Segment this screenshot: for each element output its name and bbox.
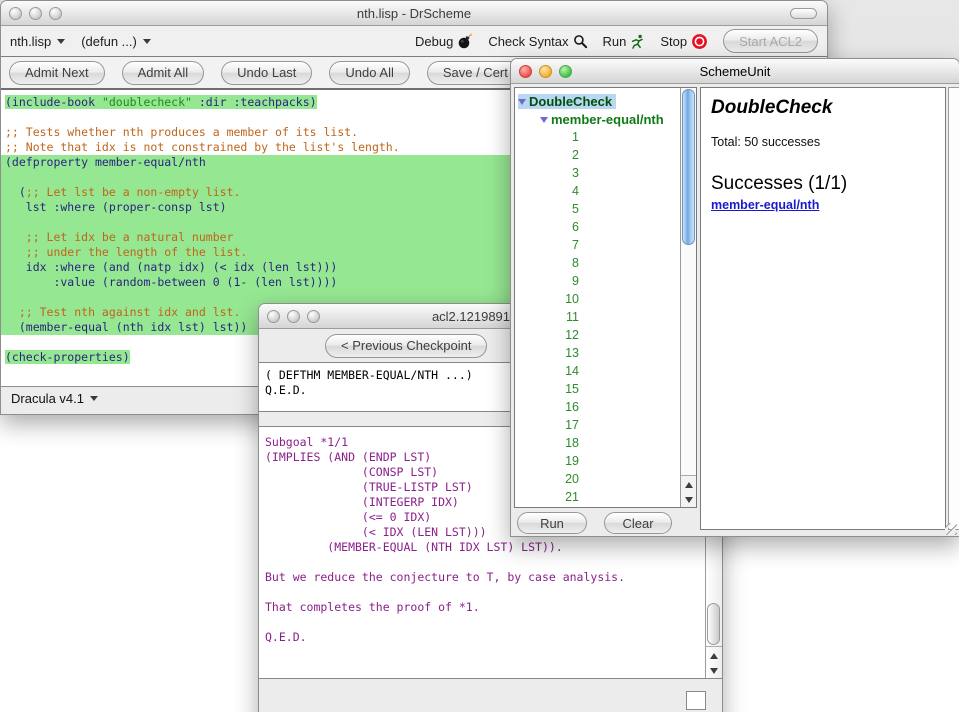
tree-item-case[interactable]: 1 (515, 128, 680, 146)
drscheme-titlebar[interactable]: nth.lisp - DrScheme (1, 1, 827, 26)
run-button[interactable]: Run (603, 34, 646, 49)
admit-all-button[interactable]: Admit All (122, 61, 205, 85)
tree-case-list: 123456789101112131415161718192021 (515, 128, 680, 506)
scroll-up-button[interactable] (681, 476, 696, 492)
arrow-up-icon (685, 478, 693, 488)
status-box[interactable] (686, 691, 706, 710)
scrollbar-thumb[interactable] (707, 603, 720, 645)
tree-item-case[interactable]: 10 (515, 290, 680, 308)
selected-row: DoubleCheck (518, 94, 616, 109)
chevron-down-icon (57, 39, 65, 48)
tree-item-case[interactable]: 21 (515, 488, 680, 506)
disclosure-triangle-icon[interactable] (540, 117, 548, 127)
schemeunit-window: SchemeUnit DoubleCheck member-equal/nth (510, 58, 959, 537)
tree-item-case[interactable]: 8 (515, 254, 680, 272)
debug-button[interactable]: Debug (415, 33, 473, 49)
zoom-icon[interactable] (559, 65, 572, 78)
start-acl2-button[interactable]: Start ACL2 (723, 29, 818, 53)
tree-item-case[interactable]: 14 (515, 362, 680, 380)
check-syntax-button[interactable]: Check Syntax (488, 34, 587, 49)
arrow-down-icon (685, 497, 693, 507)
stop-icon (691, 33, 708, 50)
disclosure-triangle-icon[interactable] (518, 99, 526, 109)
arrow-up-icon (710, 649, 718, 659)
tree-item-doublecheck[interactable]: DoubleCheck (515, 92, 680, 110)
tree-item-case[interactable]: 9 (515, 272, 680, 290)
collapse-button[interactable] (790, 8, 817, 19)
tree-item-case[interactable]: 16 (515, 398, 680, 416)
zoom-icon[interactable] (307, 310, 320, 323)
tree-scrollbar[interactable] (680, 88, 696, 507)
tree-item-case[interactable]: 3 (515, 164, 680, 182)
tree-item-case[interactable]: 15 (515, 380, 680, 398)
close-icon[interactable] (267, 310, 280, 323)
tree-item-case[interactable]: 12 (515, 326, 680, 344)
successes-heading: Successes (1/1) (711, 173, 935, 195)
defun-menu[interactable]: (defun ...) (81, 34, 151, 49)
test-tree-panel: DoubleCheck member-equal/nth 12345678910… (514, 87, 697, 508)
total-successes-label: Total: 50 successes (711, 135, 935, 149)
magnifier-icon (573, 34, 588, 49)
close-icon[interactable] (519, 65, 532, 78)
scroll-up-button[interactable] (706, 647, 722, 663)
chevron-down-icon (143, 39, 151, 48)
chevron-down-icon (90, 396, 98, 405)
tree-item-case[interactable]: 18 (515, 434, 680, 452)
scroll-down-button[interactable] (706, 663, 722, 679)
window-title: nth.lisp - DrScheme (1, 6, 827, 21)
tree-item-case[interactable]: 7 (515, 236, 680, 254)
language-label: Dracula v4.1 (11, 391, 84, 406)
window-title: SchemeUnit (511, 64, 959, 79)
clear-button[interactable]: Clear (604, 512, 672, 534)
scroll-down-button[interactable] (681, 492, 696, 508)
tree-item-suite[interactable]: member-equal/nth (515, 110, 680, 128)
previous-checkpoint-button[interactable]: < Previous Checkpoint (325, 334, 487, 358)
runner-icon (630, 34, 645, 49)
arrow-down-icon (710, 668, 718, 678)
test-detail-panel: DoubleCheck Total: 50 successes Successe… (700, 87, 946, 530)
tree-item-case[interactable]: 19 (515, 452, 680, 470)
tree-item-case[interactable]: 11 (515, 308, 680, 326)
stop-button[interactable]: Stop (660, 33, 708, 50)
drscheme-toolbar: nth.lisp (defun ...) Debug (1, 26, 827, 57)
tree-item-case[interactable]: 4 (515, 182, 680, 200)
tree-item-case[interactable]: 5 (515, 200, 680, 218)
zoom-icon[interactable] (49, 7, 62, 20)
scrollbar-thumb[interactable] (682, 89, 695, 245)
minimize-icon[interactable] (287, 310, 300, 323)
file-menu[interactable]: nth.lisp (10, 34, 65, 49)
detail-heading: DoubleCheck (711, 97, 935, 119)
undo-last-button[interactable]: Undo Last (221, 61, 312, 85)
schemeunit-titlebar[interactable]: SchemeUnit (511, 59, 959, 84)
acl2-bottom-bar (259, 679, 722, 712)
desktop: nth.lisp - DrScheme nth.lisp (defun ...)… (0, 0, 959, 712)
bomb-icon (457, 33, 473, 49)
undo-all-button[interactable]: Undo All (329, 61, 409, 85)
tree-item-case[interactable]: 2 (515, 146, 680, 164)
resize-grip-icon[interactable] (945, 523, 957, 535)
close-icon[interactable] (9, 7, 22, 20)
tree-item-case[interactable]: 17 (515, 416, 680, 434)
minimize-icon[interactable] (29, 7, 42, 20)
detail-scrollbar[interactable] (948, 87, 959, 530)
suite-link[interactable]: member-equal/nth (711, 198, 819, 212)
tree-item-case[interactable]: 20 (515, 470, 680, 488)
admit-next-button[interactable]: Admit Next (9, 61, 105, 85)
minimize-icon[interactable] (539, 65, 552, 78)
tree-item-case[interactable]: 6 (515, 218, 680, 236)
run-tests-button[interactable]: Run (517, 512, 587, 534)
tree-item-case[interactable]: 13 (515, 344, 680, 362)
